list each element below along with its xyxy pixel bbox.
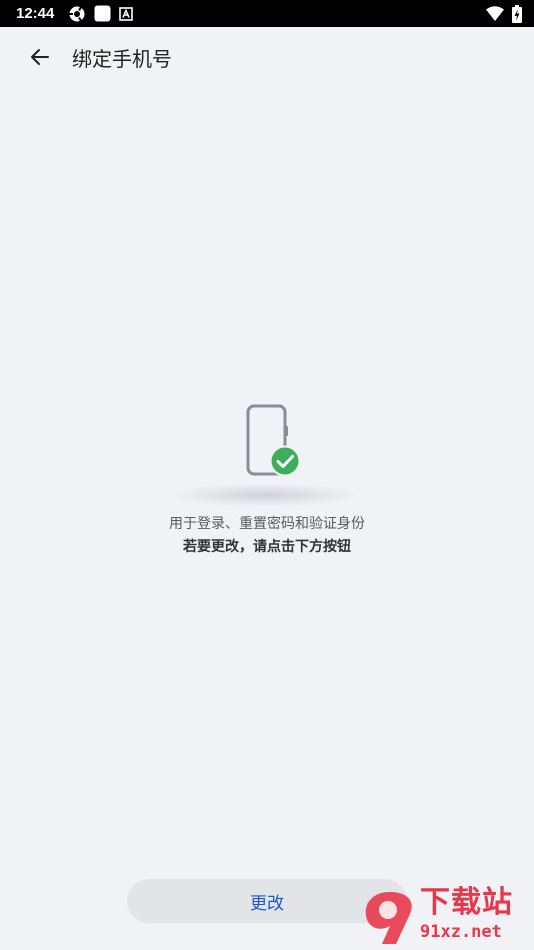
phone-check-icon [244,404,304,480]
description-line-2: 若要更改，请点击下方按钮 [183,539,351,555]
status-right [486,4,522,23]
description-line-1: 用于登录、重置密码和验证身份 [169,516,365,532]
illustration-shadow [175,484,355,506]
watermark: 下载站 91xz.net [360,886,532,948]
watermark-url: 91xz.net [420,922,502,942]
white-square-icon [94,5,111,22]
status-time: 12:44 [16,5,55,22]
status-left: 12:44 [16,5,134,23]
wifi-icon [486,6,504,21]
a-box-icon [119,6,134,21]
page-title: 绑定手机号 [72,47,172,71]
app-bar: 绑定手机号 [0,27,534,91]
watermark-text: 下载站 [420,885,513,920]
arrow-left-icon [28,45,52,73]
back-button[interactable] [22,41,58,77]
battery-charging-icon [512,4,522,23]
status-bar: 12:44 [0,0,534,27]
watermark-logo-icon [360,888,420,946]
settings-gear-icon [68,5,86,23]
